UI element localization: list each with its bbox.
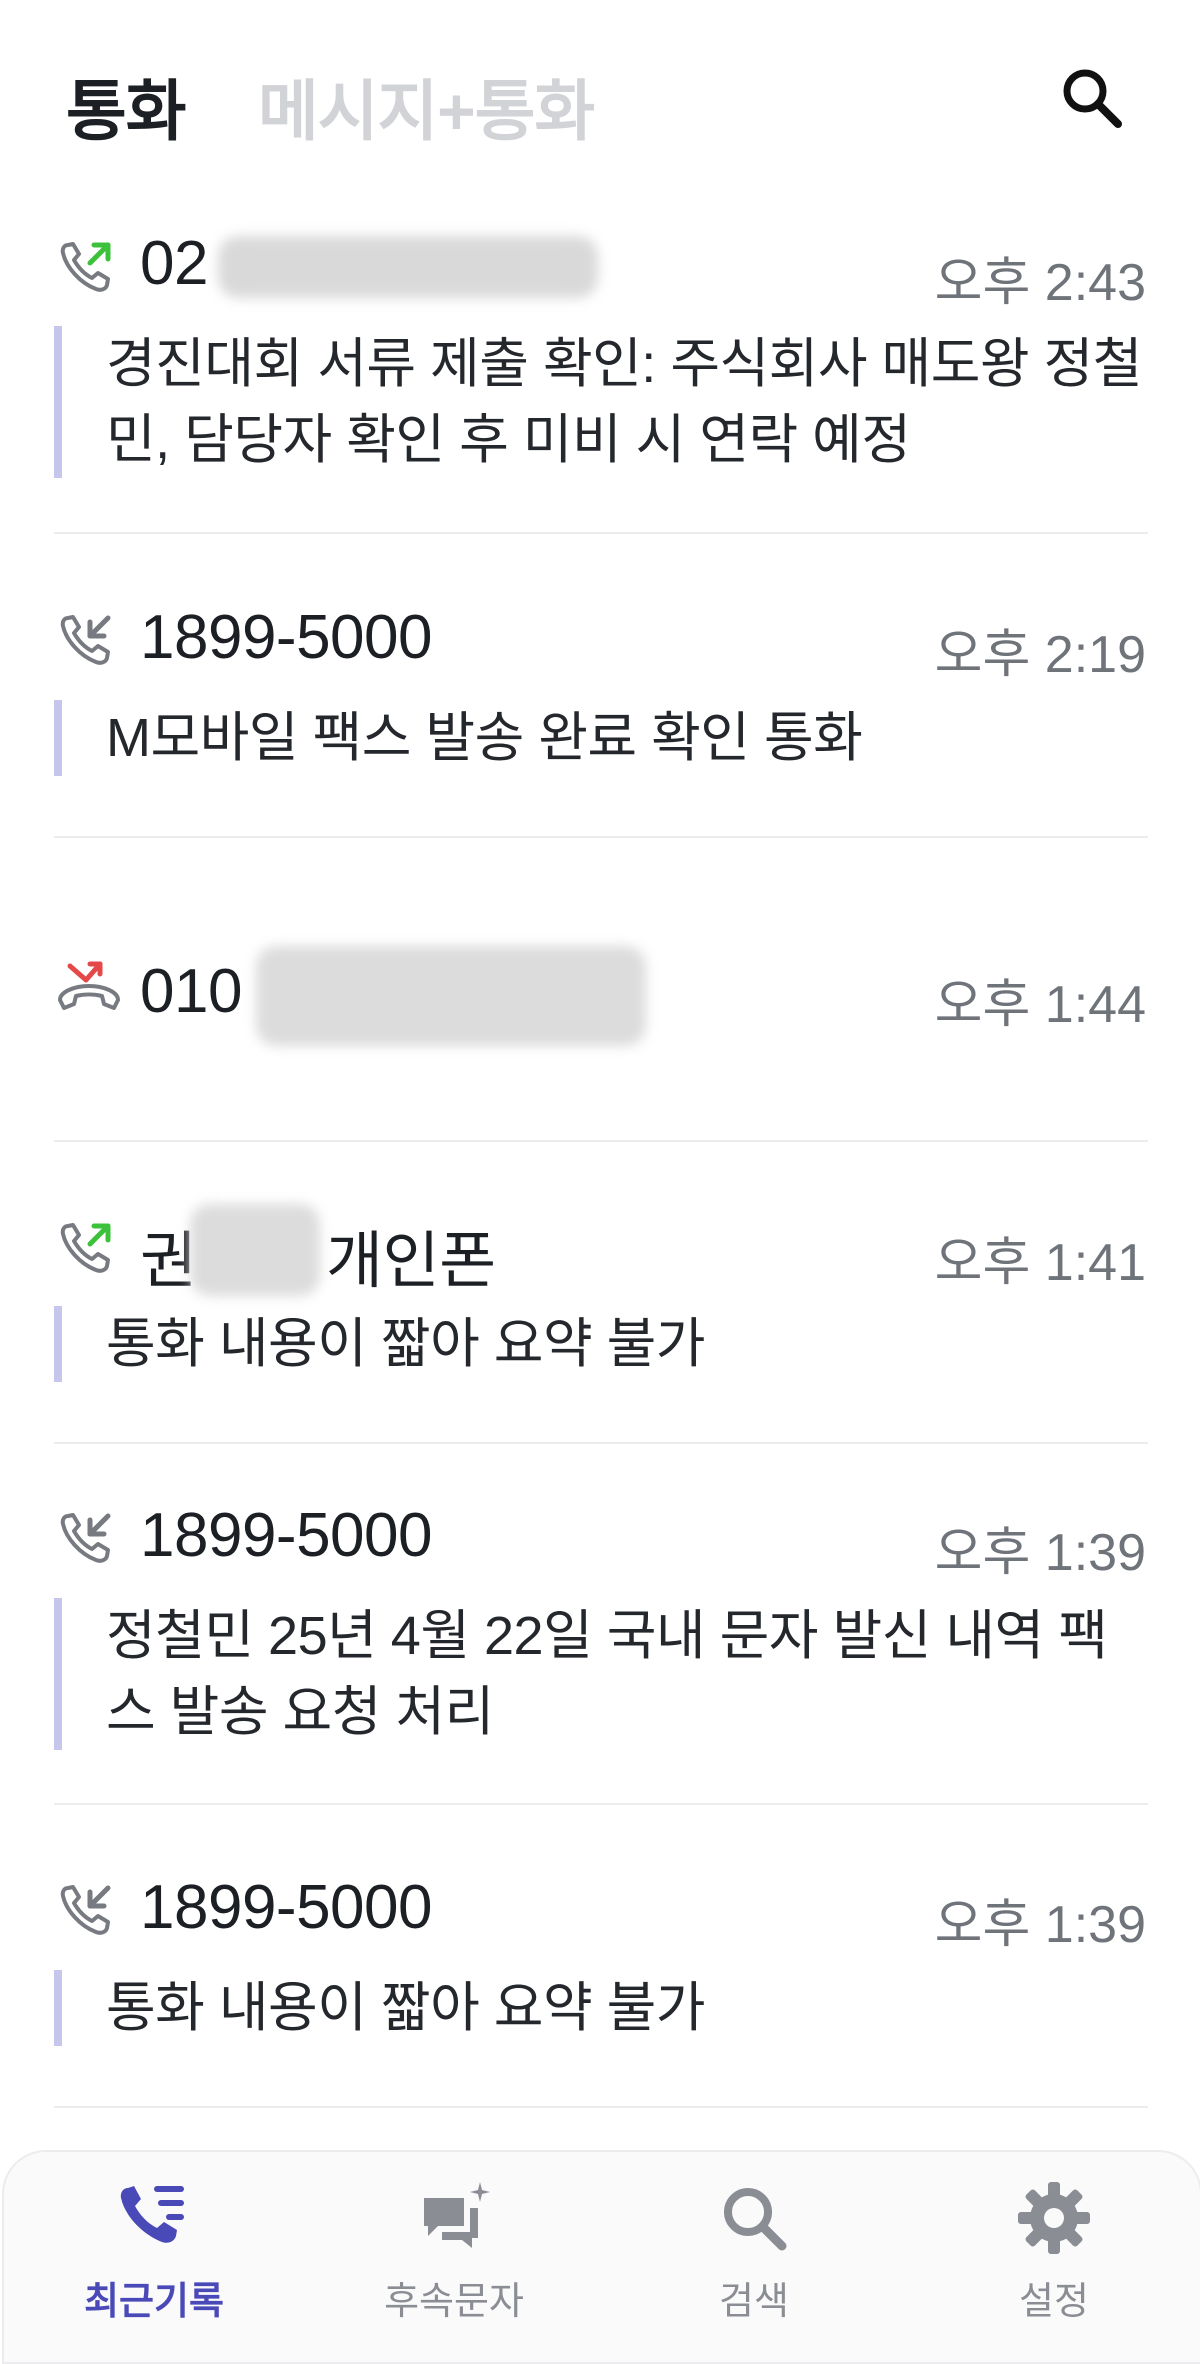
divider	[54, 1140, 1148, 1142]
outgoing-call-icon	[60, 242, 111, 292]
nav-label: 최근기록	[84, 2281, 224, 2323]
nav-follow-up[interactable]: 후속문자	[354, 2178, 554, 2328]
tab-messages-calls[interactable]: 메시지+통화	[258, 58, 595, 154]
search-icon	[724, 2188, 787, 2251]
call-time: 오후 1:41	[934, 1234, 1146, 1292]
call-summary: 경진대회 서류 제출 확인: 주식회사 매도왕 정철민, 담당자 확인 후 미비…	[54, 326, 1146, 478]
missed-call-icon	[58, 961, 120, 1010]
follow-up-message-icon	[424, 2182, 490, 2248]
redacted-number	[256, 946, 646, 1046]
divider	[54, 532, 1148, 534]
nav-label: 검색	[719, 2281, 789, 2323]
call-summary: M모바일 팩스 발송 완료 확인 통화	[54, 700, 1146, 776]
call-time: 오후 1:39	[934, 1524, 1146, 1582]
redacted-number	[218, 236, 598, 298]
divider	[54, 2106, 1148, 2108]
header: 통화 메시지+통화	[0, 0, 1200, 190]
redacted-name	[190, 1204, 320, 1296]
nav-label: 설정	[1019, 2281, 1089, 2323]
search-button[interactable]	[1052, 58, 1132, 138]
divider	[54, 1803, 1148, 1805]
call-time: 오후 2:19	[934, 626, 1146, 684]
call-summary: 통화 내용이 짧아 요약 불가	[54, 1306, 1146, 1382]
bottom-nav: 최근기록 후속문자 검색 설정	[2, 2150, 1200, 2364]
tab-calls[interactable]: 통화	[66, 58, 186, 154]
divider	[54, 836, 1148, 838]
settings-icon	[1018, 2182, 1090, 2254]
search-icon	[1063, 69, 1122, 128]
caller-number: 02	[140, 229, 208, 298]
outgoing-call-icon	[60, 1223, 111, 1273]
call-time: 오후 1:39	[934, 1896, 1146, 1954]
nav-label: 후속문자	[384, 2281, 524, 2323]
caller-number: 010	[140, 957, 242, 1026]
caller-number: 1899-5000	[140, 1501, 433, 1570]
caller-name-prefix: 권	[140, 1227, 197, 1296]
recent-calls-icon	[120, 2186, 184, 2243]
call-time: 오후 2:43	[934, 254, 1146, 312]
nav-search[interactable]: 검색	[654, 2178, 854, 2328]
incoming-call-icon	[60, 1513, 111, 1563]
incoming-call-icon	[60, 1885, 111, 1935]
caller-number: 1899-5000	[140, 1873, 433, 1942]
divider	[54, 1442, 1148, 1444]
caller-number: 1899-5000	[140, 603, 433, 672]
incoming-call-icon	[60, 615, 111, 665]
call-summary: 통화 내용이 짧아 요약 불가	[54, 1970, 1146, 2046]
nav-recent[interactable]: 최근기록	[54, 2178, 254, 2328]
caller-name-suffix: 개인폰	[326, 1227, 496, 1296]
call-summary: 정철민 25년 4월 22일 국내 문자 발신 내역 팩스 발송 요청 처리	[54, 1598, 1146, 1750]
call-time: 오후 1:44	[934, 976, 1146, 1034]
nav-settings[interactable]: 설정	[954, 2178, 1154, 2328]
